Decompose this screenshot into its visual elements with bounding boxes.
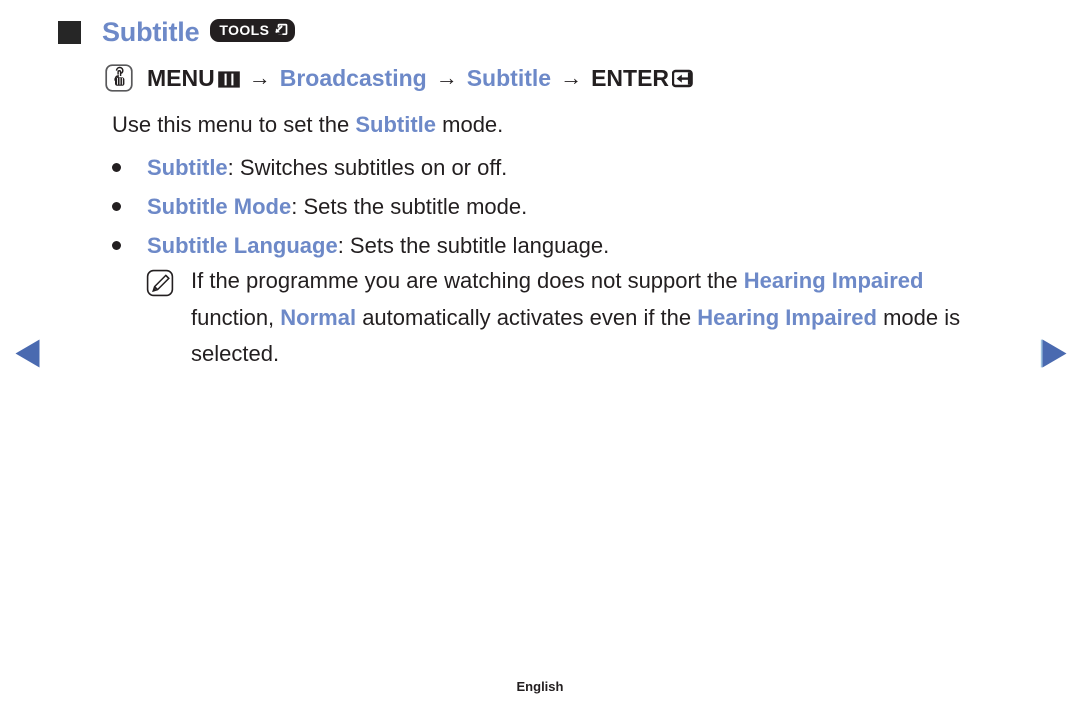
round-bullet-icon [112,163,121,172]
list-item: Subtitle Mode: Sets the subtitle mode. [112,187,992,226]
menu-step-menu[interactable]: MENU [147,65,215,92]
intro-text-after: mode. [436,112,504,137]
menu-step-enter[interactable]: ENTER [591,65,669,92]
list-item-keyword: Subtitle [147,155,228,180]
list-item-keyword: Subtitle Language [147,233,338,258]
note-pencil-icon [146,269,174,302]
previous-page-arrow-icon[interactable] [14,338,44,369]
footer-language: English [516,679,564,694]
list-item-description: : Sets the subtitle mode. [291,194,528,219]
tools-badge[interactable]: TOOLS [210,18,296,42]
menu-step-subtitle[interactable]: Subtitle [467,65,551,92]
page-title: Subtitle [102,16,200,47]
next-page-arrow-icon[interactable] [1038,338,1068,369]
menu-step-broadcasting[interactable]: Broadcasting [280,65,427,92]
remote-key-press-icon [104,63,134,93]
list-item-text: Subtitle Language: Sets the subtitle lan… [147,226,609,265]
note-keyword: Hearing Impaired [697,304,877,330]
feature-list: Subtitle: Switches subtitles on or off. … [112,148,992,265]
round-bullet-icon [112,202,121,211]
intro-text-before: Use this menu to set the [112,112,356,137]
tools-shortcut-icon [271,22,288,38]
square-bullet-icon [58,20,81,44]
list-item-text: Subtitle Mode: Sets the subtitle mode. [147,187,527,226]
list-item-description: : Sets the subtitle language. [337,233,610,258]
tools-badge-label: TOOLS [219,22,270,38]
note-keyword: Normal [280,304,357,330]
list-item: Subtitle: Switches subtitles on or off. [112,148,992,187]
menu-path-separator-3: → [560,65,583,90]
note-segment: automatically activates even if the [356,304,698,330]
list-item: Subtitle Language: Sets the subtitle lan… [112,226,992,265]
note-segment: function, [191,304,281,330]
list-item-text: Subtitle: Switches subtitles on or off. [147,148,507,187]
section-heading: Subtitle TOOLS [58,14,296,50]
menu-path-separator: → [248,65,271,90]
note-callout: If the programme you are watching does n… [146,263,1006,373]
intro-keyword: Subtitle [355,112,437,137]
manual-page: Subtitle TOOLS MENU → Broadcasting → Sub… [0,0,1080,705]
menu-path-breadcrumb: MENU → Broadcasting → Subtitle → ENTER [104,60,698,96]
note-text: If the programme you are watching does n… [191,263,996,373]
menu-path-separator-2: → [435,65,458,90]
round-bullet-icon [112,241,121,250]
intro-sentence: Use this menu to set the Subtitle mode. [112,109,503,141]
list-item-description: : Switches subtitles on or off. [227,155,508,180]
note-segment: If the programme you are watching does n… [191,268,744,293]
menu-grid-icon [217,70,240,88]
note-keyword: Hearing Impaired [743,268,924,293]
list-item-keyword: Subtitle Mode [147,194,292,219]
enter-return-icon [672,69,698,89]
